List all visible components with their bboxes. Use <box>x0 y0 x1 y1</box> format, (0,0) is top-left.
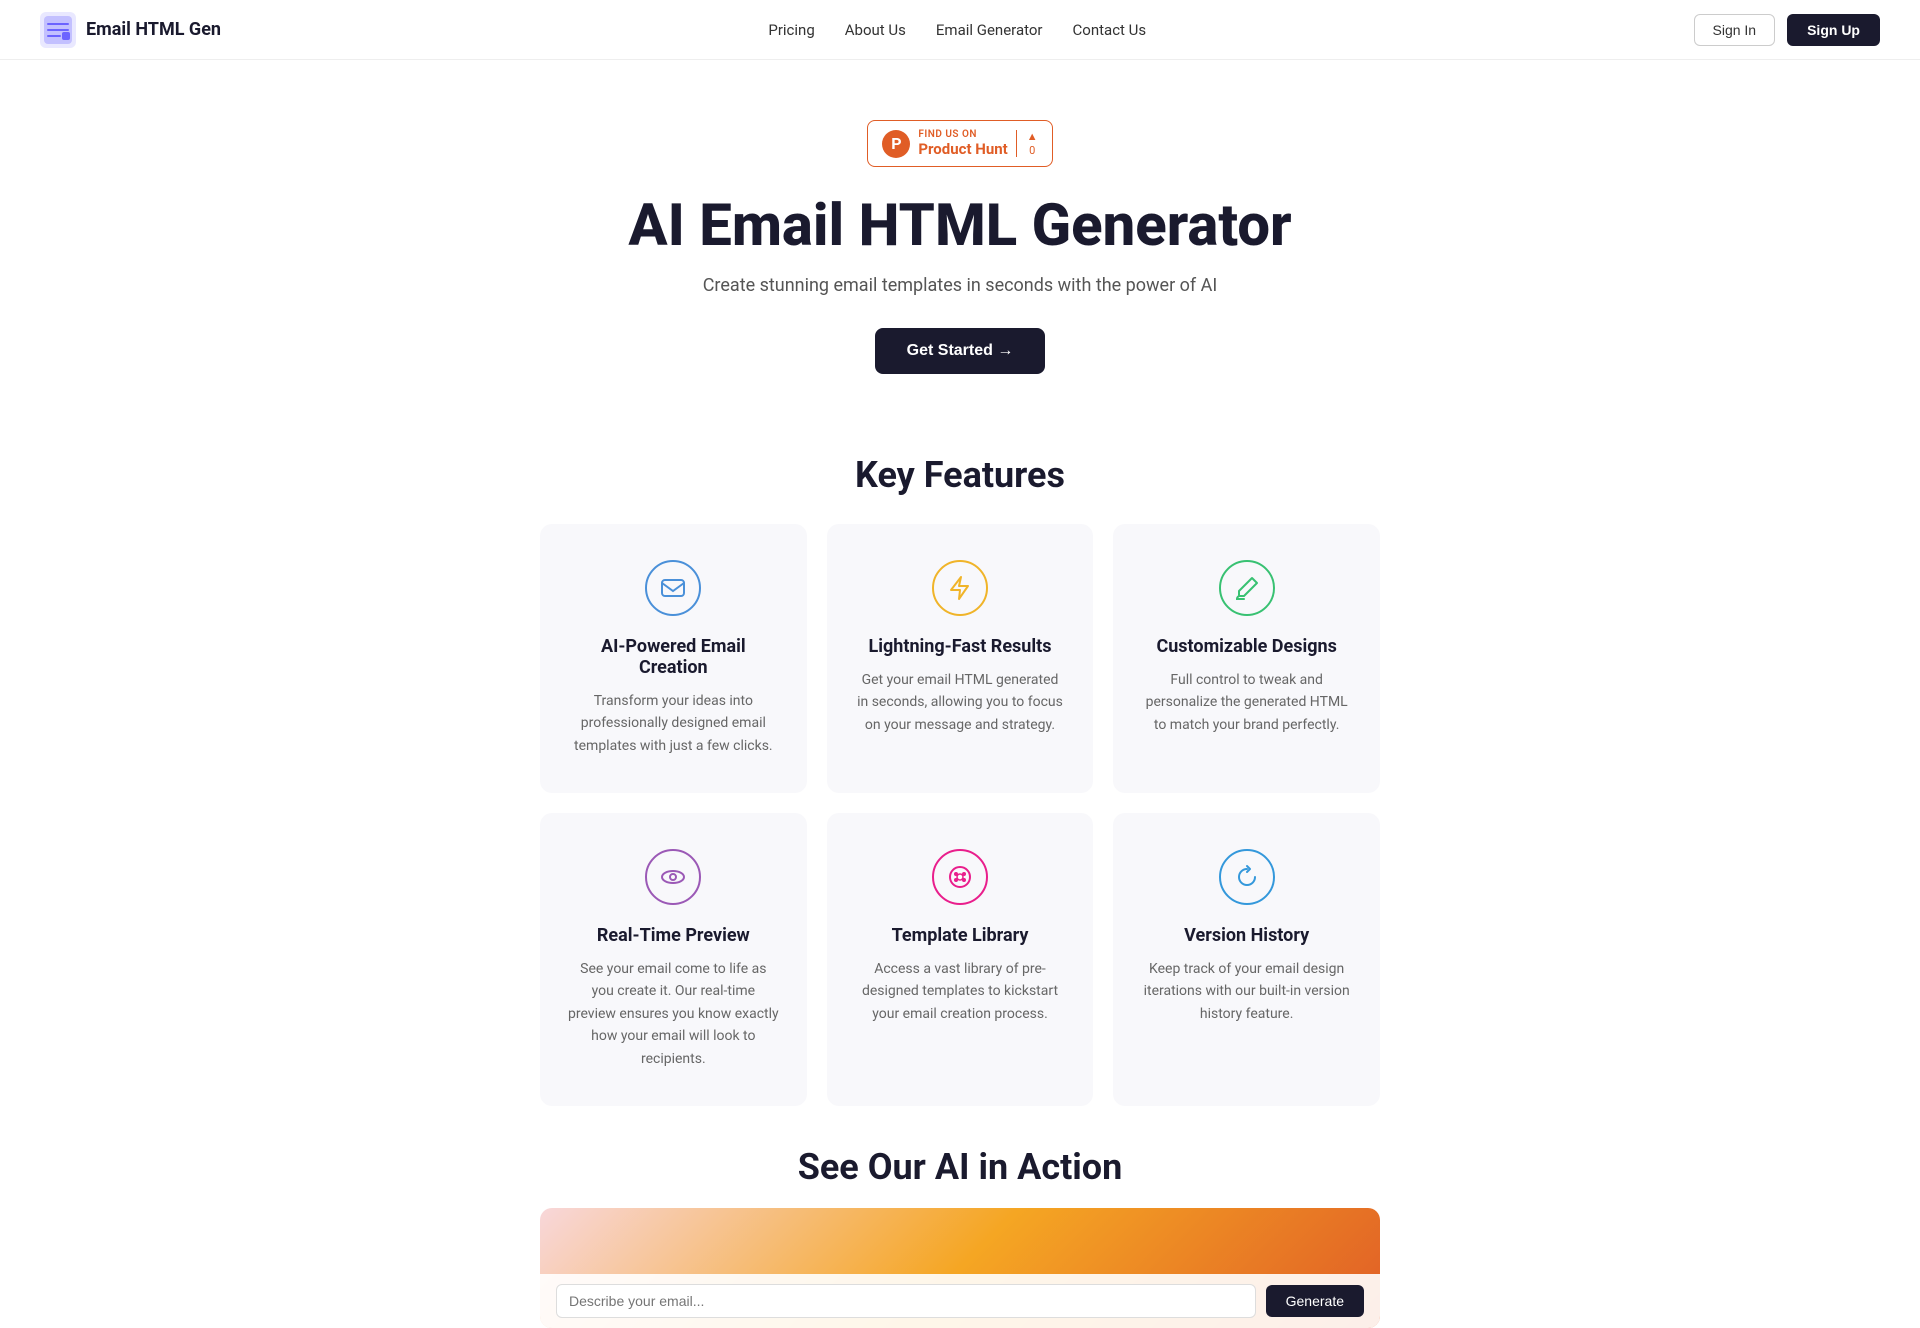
nav-about[interactable]: About Us <box>845 21 906 39</box>
library-icon <box>932 849 988 905</box>
demo-input-area: Generate <box>540 1274 1380 1328</box>
nav-actions: Sign In Sign Up <box>1694 14 1880 46</box>
feature-title-library: Template Library <box>855 925 1066 946</box>
lightning-icon <box>932 560 988 616</box>
product-hunt-upvote: ▲ 0 <box>1016 130 1038 156</box>
nav-contact[interactable]: Contact Us <box>1073 21 1147 39</box>
feature-card-history: Version History Keep track of your email… <box>1113 813 1380 1106</box>
action-title: See Our AI in Action <box>20 1146 1900 1188</box>
product-hunt-find: FIND US ON <box>918 129 1007 140</box>
preview-icon <box>645 849 701 905</box>
upvote-arrow: ▲ <box>1027 130 1038 143</box>
features-section: Key Features AI-Powered Email Creation T… <box>0 454 1920 1106</box>
demo-generate-button[interactable]: Generate <box>1266 1285 1364 1317</box>
nav-links: Pricing About Us Email Generator Contact… <box>768 21 1146 39</box>
navbar: Email HTML Gen Pricing About Us Email Ge… <box>0 0 1920 60</box>
feature-card-library: Template Library Access a vast library o… <box>827 813 1094 1106</box>
feature-card-fast: Lightning-Fast Results Get your email HT… <box>827 524 1094 793</box>
palette-icon <box>947 864 973 890</box>
feature-desc-fast: Get your email HTML generated in seconds… <box>855 669 1066 736</box>
feature-title-ai: AI-Powered Email Creation <box>568 636 779 678</box>
feature-desc-library: Access a vast library of pre-designed te… <box>855 958 1066 1025</box>
logo-text: Email HTML Gen <box>86 19 221 40</box>
feature-desc-preview: See your email come to life as you creat… <box>568 958 779 1070</box>
product-hunt-logo: P <box>882 130 910 158</box>
feature-desc-history: Keep track of your email design iteratio… <box>1141 958 1352 1025</box>
brush-icon <box>1234 575 1260 601</box>
feature-title-fast: Lightning-Fast Results <box>855 636 1066 657</box>
product-hunt-badge[interactable]: P FIND US ON Product Hunt ▲ 0 <box>867 120 1052 167</box>
features-grid: AI-Powered Email Creation Transform your… <box>520 524 1400 1106</box>
nav-email-generator[interactable]: Email Generator <box>936 21 1043 39</box>
feature-title-history: Version History <box>1141 925 1352 946</box>
product-hunt-name: Product Hunt <box>918 140 1007 158</box>
hero-title: AI Email HTML Generator <box>20 195 1900 259</box>
feature-card-preview: Real-Time Preview See your email come to… <box>540 813 807 1106</box>
email-icon <box>660 575 686 601</box>
feature-card-ai: AI-Powered Email Creation Transform your… <box>540 524 807 793</box>
customize-icon <box>1219 560 1275 616</box>
feature-title-custom: Customizable Designs <box>1141 636 1352 657</box>
feature-title-preview: Real-Time Preview <box>568 925 779 946</box>
hero-section: P FIND US ON Product Hunt ▲ 0 AI Email H… <box>0 60 1920 414</box>
history-icon <box>1219 849 1275 905</box>
feature-desc-ai: Transform your ideas into professionally… <box>568 690 779 757</box>
signin-button[interactable]: Sign In <box>1694 14 1776 46</box>
feature-desc-custom: Full control to tweak and personalize th… <box>1141 669 1352 736</box>
ai-icon <box>645 560 701 616</box>
product-hunt-text: FIND US ON Product Hunt <box>918 129 1007 158</box>
demo-input[interactable] <box>556 1284 1256 1318</box>
hero-subtitle: Create stunning email templates in secon… <box>20 275 1900 296</box>
nav-pricing[interactable]: Pricing <box>768 21 814 39</box>
get-started-button[interactable]: Get Started → <box>875 328 1046 374</box>
refresh-icon <box>1234 864 1260 890</box>
upvote-count: 0 <box>1029 144 1035 157</box>
logo-icon <box>40 12 76 48</box>
action-section: See Our AI in Action Generate <box>0 1106 1920 1328</box>
logo[interactable]: Email HTML Gen <box>40 12 221 48</box>
features-title: Key Features <box>0 454 1920 496</box>
eye-icon <box>660 864 686 890</box>
demo-container: Generate <box>540 1208 1380 1328</box>
bolt-icon <box>947 575 973 601</box>
feature-card-custom: Customizable Designs Full control to twe… <box>1113 524 1380 793</box>
signup-button[interactable]: Sign Up <box>1787 14 1880 46</box>
